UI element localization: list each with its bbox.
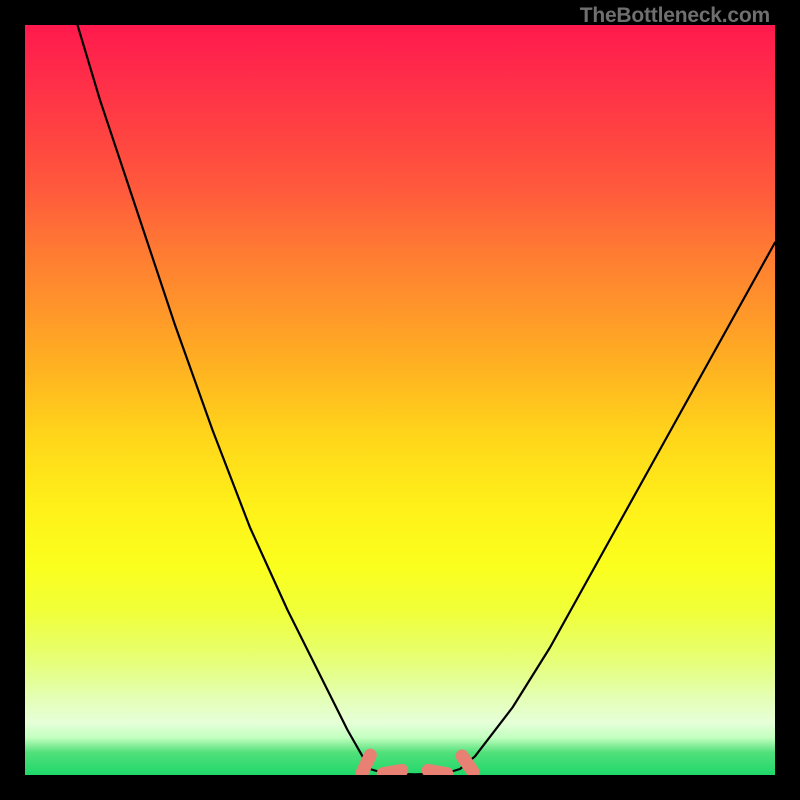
marker-mid-left	[376, 763, 410, 775]
chart-plot-area	[25, 25, 775, 775]
marker-mid-right	[421, 763, 455, 775]
bottleneck-curve	[78, 25, 776, 774]
chart-svg	[25, 25, 775, 775]
chart-frame: TheBottleneck.com	[0, 0, 800, 800]
